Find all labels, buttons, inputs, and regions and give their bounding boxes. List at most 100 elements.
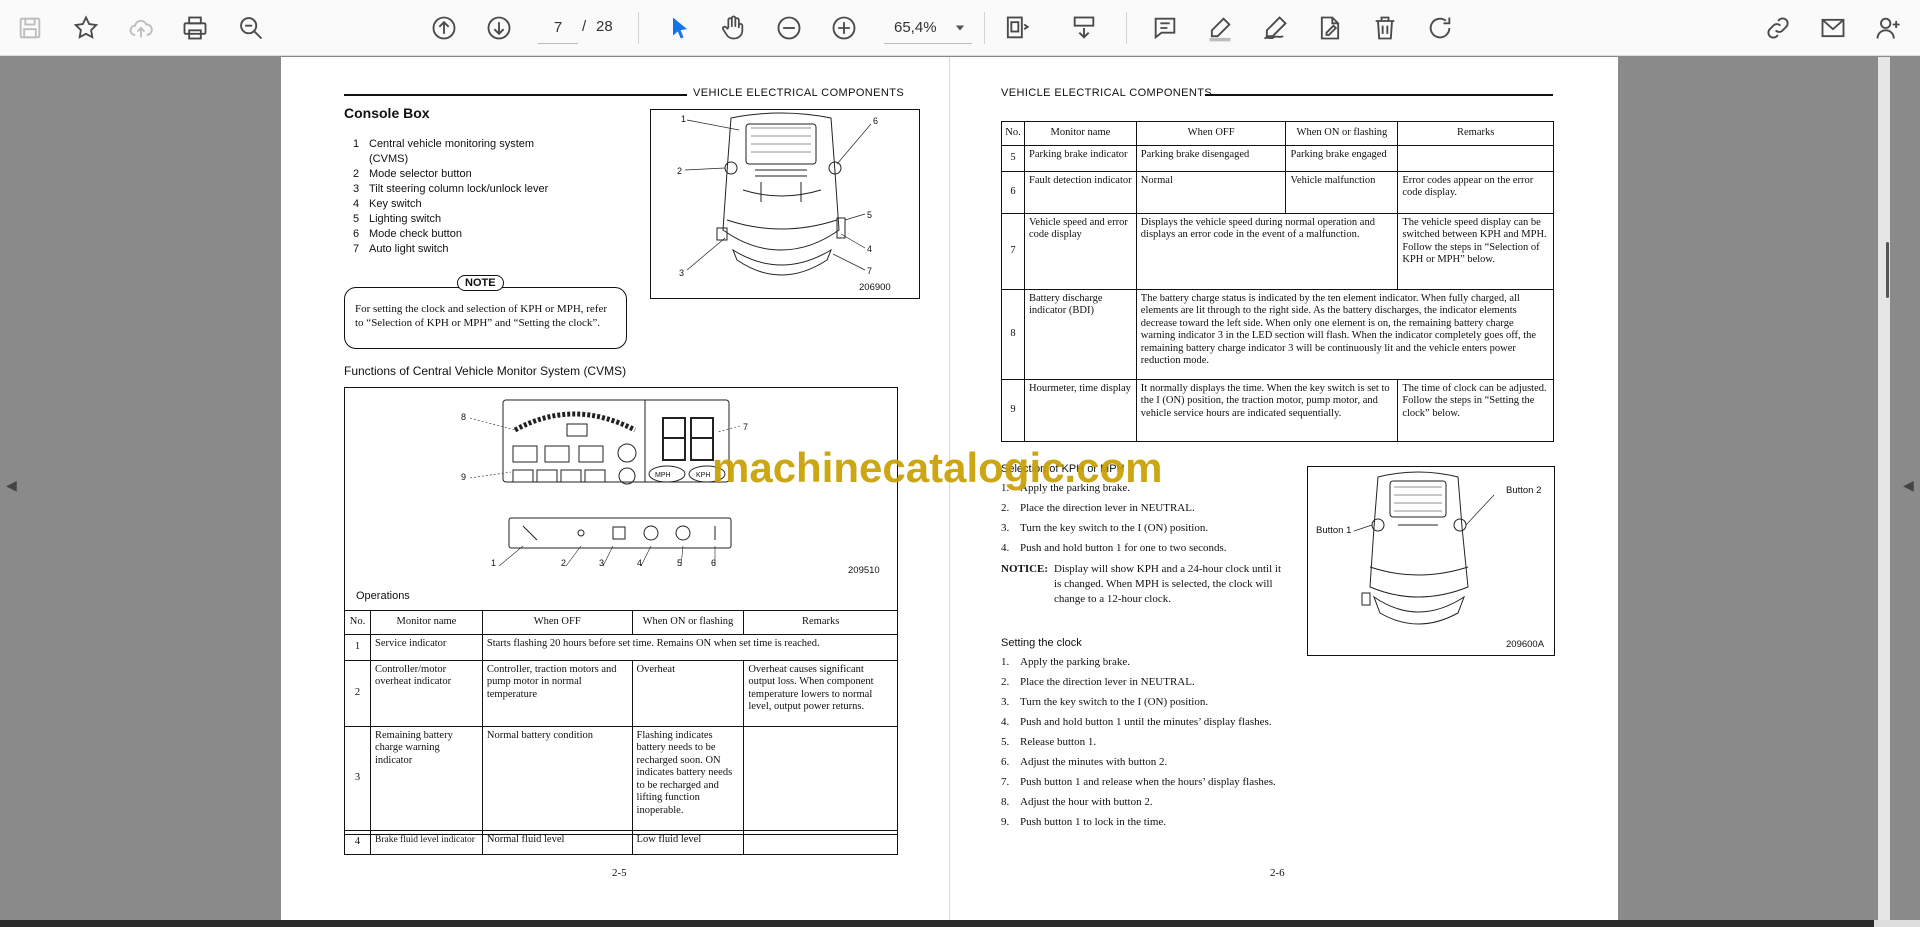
th-no: No. [344, 610, 371, 635]
table-row: 4 Brake fluid level indicator Normal flu… [344, 829, 898, 855]
watermark-text: machinecatalogic.com [712, 444, 1163, 491]
email-icon[interactable] [1813, 8, 1853, 48]
table-row: 3 Remaining battery charge warning indic… [344, 725, 898, 831]
page-header: VEHICLE ELECTRICAL COMPONENTS [1001, 87, 1213, 99]
list-item: 5 Lighting switch [353, 213, 442, 225]
list-item: 4. Push and hold button 1 for one to two … [1001, 542, 1227, 554]
clock-steps: 1. Apply the parking brake. 2. Place the d… [1001, 655, 1283, 835]
kph-steps: 1. Apply the parking brake. 2. Place the d… [1001, 481, 1281, 561]
operations-caption: Operations [356, 590, 410, 602]
table-row: 2 Controller/motor overheat indicator Co… [344, 659, 898, 727]
zoom-out-icon[interactable] [769, 8, 809, 48]
toolbar-divider [638, 12, 639, 44]
share-link-icon[interactable] [1758, 8, 1798, 48]
fig2-callout: 4 [637, 558, 642, 568]
list-item: 1 Central vehicle monitoring system [353, 138, 535, 150]
print-icon[interactable] [175, 8, 215, 48]
page-up-icon[interactable] [424, 8, 464, 48]
list-item: 4 Key switch [353, 198, 422, 210]
add-user-icon[interactable] [1868, 8, 1908, 48]
fig2-callout: 3 [599, 558, 604, 568]
console-box-figure: 1 2 3 4 5 6 7 206900 [650, 109, 920, 299]
cvms-caption: Functions of Central Vehicle Monitor Sys… [344, 364, 627, 378]
list-item: 6 Mode check button [353, 228, 462, 240]
table-row: 5 Parking brake indicator Parking brake … [1001, 144, 1554, 172]
zoom-level-value: 65,4% [894, 19, 937, 36]
zoom-in-icon[interactable] [824, 8, 864, 48]
list-item: 7. Push button 1 and release when the hou… [1001, 776, 1276, 788]
list-item: 2. Place the direction lever in NEUTRAL. [1001, 676, 1195, 688]
page-header: VEHICLE ELECTRICAL COMPONENTS [693, 87, 905, 99]
right-panel-toggle-icon[interactable]: ◀ [1903, 477, 1914, 494]
save-icon[interactable] [10, 8, 50, 48]
fit-page-icon[interactable] [996, 8, 1036, 48]
header-rule [344, 94, 687, 96]
list-item: 1. Apply the parking brake. [1001, 656, 1130, 668]
fig2-callout: 6 [711, 558, 716, 568]
fig1-callout: 6 [873, 116, 878, 126]
fig1-callout: 5 [867, 210, 872, 220]
th-no: No. [1001, 121, 1025, 146]
list-item: 7 Auto light switch [353, 243, 449, 255]
th-remarks: Remarks [1397, 121, 1554, 146]
figure-number: 206900 [859, 282, 891, 293]
page-number: 2-6 [1270, 867, 1285, 879]
vertical-scrollbar[interactable] [1878, 57, 1890, 920]
th-when-off: When OFF [1135, 121, 1287, 146]
cloud-upload-icon[interactable] [121, 8, 161, 48]
note-box: For setting the clock and selection of K… [344, 287, 627, 349]
note-label: NOTE [457, 275, 504, 291]
header-rule [1205, 94, 1553, 96]
list-item: 4. Push and hold button 1 until the minut… [1001, 716, 1272, 728]
figure-number: 209510 [848, 565, 880, 576]
clock-section-title: Setting the clock [1001, 637, 1082, 649]
hand-tool-icon[interactable] [713, 8, 753, 48]
list-item: 3. Turn the key switch to the I (ON) posi… [1001, 522, 1209, 534]
fig1-callout: 7 [867, 266, 872, 276]
fig2-callout: 5 [677, 558, 682, 568]
section-title: Console Box [344, 105, 430, 121]
fig2-callout: 2 [561, 558, 566, 568]
left-panel-toggle-icon[interactable]: ◀ [6, 477, 17, 494]
chevron-down-icon[interactable] [950, 14, 970, 42]
list-item: 8. Adjust the hour with button 2. [1001, 796, 1153, 808]
th-remarks: Remarks [743, 610, 898, 635]
table-row: 9 Hourmeter, time display It normally di… [1001, 378, 1554, 442]
note-text: For setting the clock and selection of K… [355, 303, 608, 329]
th-monitor-name: Monitor name [1023, 121, 1137, 146]
page-down-icon[interactable] [479, 8, 519, 48]
page-number-input[interactable] [538, 12, 578, 44]
figure-number: 209600A [1506, 639, 1545, 650]
page-number: 2-5 [612, 867, 627, 879]
horizontal-scrollbar-thumb[interactable] [1874, 920, 1920, 927]
fig1-callout: 2 [677, 166, 682, 176]
notice-label: NOTICE: [1001, 563, 1049, 575]
fig2-callout: 8 [461, 412, 466, 422]
scroll-mode-icon[interactable] [1064, 8, 1104, 48]
table-row: 8 Battery discharge indicator (BDI) The … [1001, 288, 1555, 380]
horizontal-scrollbar[interactable] [0, 920, 1920, 927]
button-figure: Button 1 Button 2 209600A [1307, 466, 1555, 656]
notice-block: NOTICE: Display will show KPH and a 24-h… [1001, 562, 1282, 607]
list-item: 3. Turn the key switch to the I (ON) posi… [1001, 696, 1209, 708]
fig2-callout: 9 [461, 472, 466, 482]
draw-signature-icon[interactable] [1255, 8, 1295, 48]
page-separator: / [582, 18, 587, 35]
bookmark-star-icon[interactable] [66, 8, 106, 48]
comment-icon[interactable] [1145, 8, 1185, 48]
highlight-pen-icon[interactable] [1200, 8, 1240, 48]
list-item: 2 Mode selector button [353, 168, 472, 180]
fig1-callout: 4 [867, 244, 872, 254]
edit-document-icon[interactable] [1310, 8, 1350, 48]
th-when-off: When OFF [481, 610, 633, 635]
rotate-icon[interactable] [1420, 8, 1460, 48]
select-cursor-icon[interactable] [660, 8, 700, 48]
th-when-on: When ON or flashing [1285, 121, 1399, 146]
trash-icon[interactable] [1365, 8, 1405, 48]
fig1-callout: 1 [681, 114, 686, 124]
table-row: 1 Service indicator Starts flashing 20 h… [344, 633, 899, 661]
scrollbar-thumb[interactable] [1886, 242, 1889, 298]
zoom-search-icon[interactable] [231, 8, 271, 48]
fig1-callout: 3 [679, 268, 684, 278]
fig2-callout: 1 [491, 558, 496, 568]
